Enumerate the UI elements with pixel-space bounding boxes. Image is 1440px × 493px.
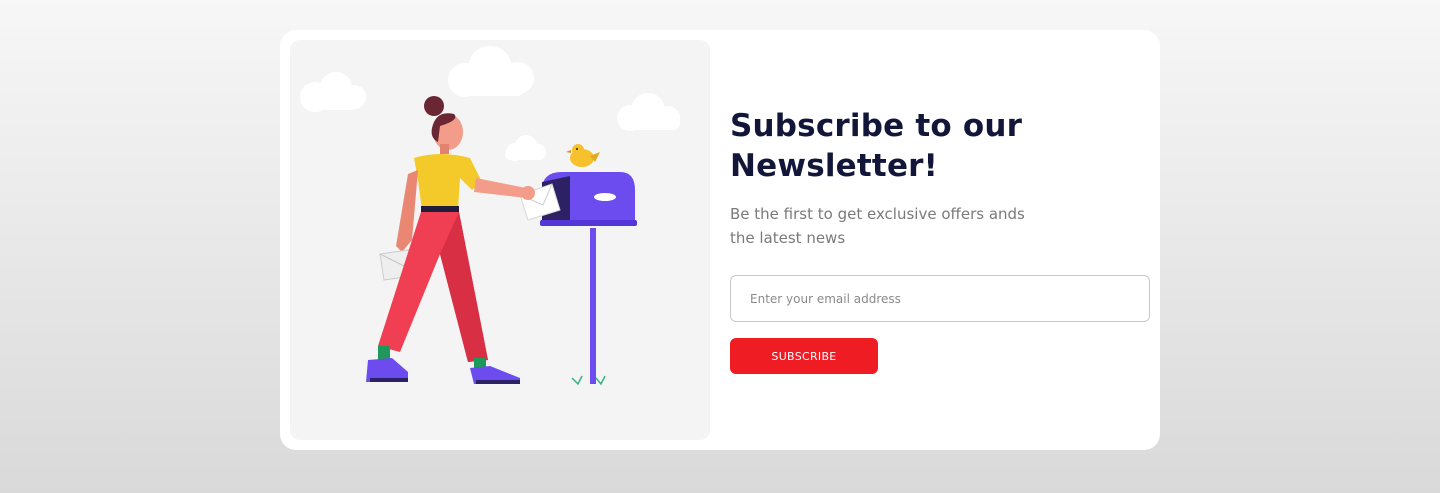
email-input[interactable] xyxy=(730,275,1150,322)
newsletter-card: Subscribe to our Newsletter! Be the firs… xyxy=(280,30,1160,450)
grass-icon xyxy=(571,375,606,386)
newsletter-title: Subscribe to our Newsletter! xyxy=(730,108,1023,184)
newsletter-illustration xyxy=(290,40,710,440)
cloud-icon xyxy=(617,93,680,131)
woman-figure xyxy=(366,96,535,384)
subscribe-button[interactable]: SUBSCRIBE xyxy=(730,338,878,374)
newsletter-subtitle: Be the first to get exclusive offers and… xyxy=(730,205,1025,247)
bird-icon xyxy=(566,144,600,167)
cloud-icon xyxy=(505,135,546,161)
cloud-icon xyxy=(448,46,534,97)
cloud-icon xyxy=(300,72,366,112)
